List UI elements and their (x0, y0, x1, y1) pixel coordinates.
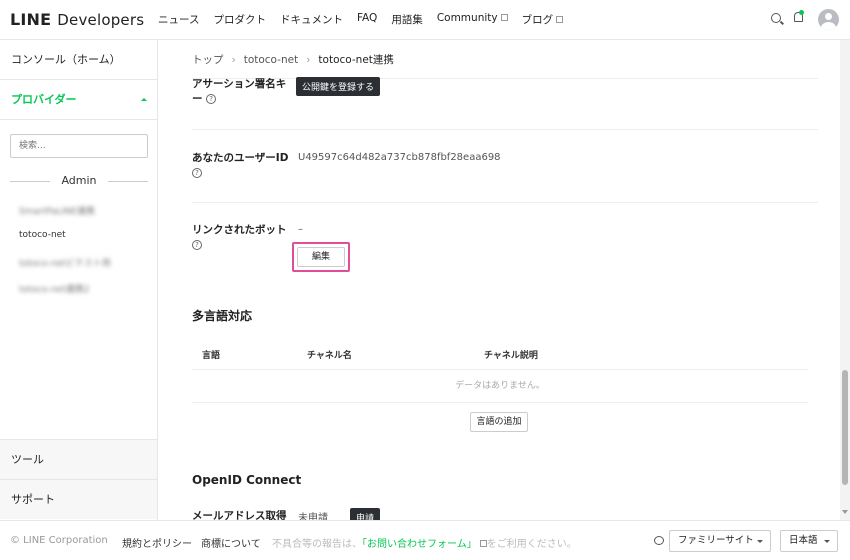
chevron-up-icon (141, 98, 147, 101)
family-site-select[interactable]: ファミリーサイト (669, 530, 771, 552)
trademark-link[interactable]: 商標について (201, 535, 261, 550)
column-header-language: 言語 (202, 351, 221, 361)
divider-line (108, 181, 148, 182)
edit-button-highlight: 編集 (292, 242, 350, 272)
breadcrumb-separator-icon: › (231, 54, 236, 66)
family-site-label: ファミリーサイト (678, 535, 754, 546)
report-message: 不具合等の報告は、「お問い合わせフォーム」 をご利用ください。 (272, 535, 577, 550)
i18n-section-title: 多言語対応 (192, 309, 253, 323)
nav-blog-label: ブログ (521, 14, 554, 26)
language-label: 日本語 (789, 535, 818, 546)
sidebar-item-support[interactable]: サポート (0, 479, 157, 519)
add-language-button[interactable]: 言語の追加 (470, 412, 528, 432)
scrollbar-thumb[interactable] (842, 370, 848, 485)
sidebar-item-providers[interactable]: プロバイダー (0, 80, 157, 120)
terms-link[interactable]: 規約とポリシー (122, 535, 192, 550)
provider-search-input[interactable] (10, 134, 148, 158)
external-link-icon (500, 14, 508, 21)
chevron-down-icon (824, 540, 830, 543)
nav-community-label: Community (436, 12, 498, 24)
table-empty-message: データはありません。 (455, 381, 545, 391)
sidebar-channel-item[interactable]: SmartPaLINE連携 (19, 204, 95, 217)
copyright-text: © LINE Corporation (10, 535, 108, 546)
sidebar-channel-item[interactable]: totoco-net連携2 (19, 282, 89, 295)
admin-divider: Admin (10, 174, 148, 187)
language-select[interactable]: 日本語 (780, 530, 838, 552)
footer: © LINE Corporation 規約とポリシー 商標について 不具合等の報… (0, 520, 850, 560)
breadcrumb-top[interactable]: トップ (192, 54, 224, 66)
linked-bot-value: – (298, 224, 303, 235)
divider (192, 129, 818, 130)
nav-faq[interactable]: FAQ (357, 12, 377, 27)
breadcrumb: トップ › totoco-net › totoco-net連携 (192, 52, 394, 67)
sidebar: コンソール（ホーム） プロバイダー Admin SmartPaLINE連携 to… (0, 40, 158, 520)
table-divider (192, 369, 808, 370)
nav-docs[interactable]: ドキュメント (280, 12, 343, 27)
scroll-down-arrow-icon[interactable] (842, 510, 848, 514)
line-developers-logo[interactable]: LINE Developers (10, 10, 144, 29)
sidebar-providers-label: プロバイダー (11, 93, 77, 106)
user-id-label: あなたのユーザーID ? (192, 151, 288, 181)
external-link-icon (479, 540, 487, 547)
register-public-key-button[interactable]: 公開鍵を登録する (296, 77, 381, 96)
top-navigation-bar: LINE Developers ニュース プロダクト ドキュメント FAQ 用語集… (0, 0, 850, 40)
help-icon[interactable]: ? (206, 94, 217, 104)
breadcrumb-provider[interactable]: totoco-net (244, 54, 299, 66)
edit-button[interactable]: 編集 (297, 247, 345, 267)
linked-bot-label-text: リンクされたボット (192, 224, 287, 236)
sidebar-channel-item[interactable]: totoco-netビテスト用 (19, 256, 111, 269)
notification-dot (799, 10, 804, 15)
assertion-key-label-line2: ー (192, 93, 203, 105)
help-icon[interactable]: ? (192, 240, 202, 250)
main-content: トップ › totoco-net › totoco-net連携 アサーション署名キ ー … (158, 40, 840, 520)
nav-glossary[interactable]: 用語集 (391, 12, 423, 27)
nav-community[interactable]: Community (437, 12, 508, 27)
nav-news[interactable]: ニュース (158, 12, 199, 27)
external-link-icon (556, 16, 564, 23)
logo-text: LINE (10, 10, 52, 29)
linked-bot-label: リンクされたボット ? (192, 223, 287, 253)
sidebar-item-tools[interactable]: ツール (0, 439, 157, 479)
chat-icon[interactable] (654, 536, 664, 545)
help-icon[interactable]: ? (192, 168, 202, 178)
nav-products[interactable]: プロダクト (213, 12, 266, 27)
global-nav: ニュース プロダクト ドキュメント FAQ 用語集 Community ブログ (158, 12, 577, 27)
assertion-key-label-line1: アサーション署名キ (192, 78, 287, 90)
email-permission-label: メールアドレス取得 (192, 510, 287, 520)
column-header-channel-description: チャネル説明 (484, 351, 538, 361)
user-avatar[interactable] (818, 9, 839, 30)
sidebar-item-console[interactable]: コンソール（ホーム） (0, 40, 157, 80)
column-header-channel-name: チャネル名 (307, 351, 352, 361)
logo-subtext: Developers (57, 11, 145, 29)
breadcrumb-separator-icon: › (306, 54, 311, 66)
divider (192, 202, 818, 203)
report-prefix: 不具合等の報告は、 (272, 539, 362, 550)
breadcrumb-current: totoco-net連携 (318, 54, 394, 66)
sidebar-channel-item[interactable]: totoco-net (19, 230, 66, 240)
search-icon[interactable] (771, 13, 781, 23)
email-permission-status: 未申請 (298, 513, 328, 520)
assertion-key-label: アサーション署名キ ー ? (192, 77, 286, 107)
report-suffix: をご利用ください。 (486, 539, 577, 550)
table-divider (192, 402, 808, 403)
chevron-down-icon (757, 540, 763, 543)
user-id-label-text: あなたのユーザーID (192, 152, 289, 164)
nav-blog[interactable]: ブログ (522, 12, 564, 27)
apply-button[interactable]: 申請 (350, 508, 381, 520)
openid-section-title: OpenID Connect (192, 473, 302, 487)
contact-form-link[interactable]: 「お問い合わせフォーム」 (362, 539, 477, 550)
user-id-value: U49597c64d482a737cb878fbf28eaa698 (298, 152, 501, 163)
